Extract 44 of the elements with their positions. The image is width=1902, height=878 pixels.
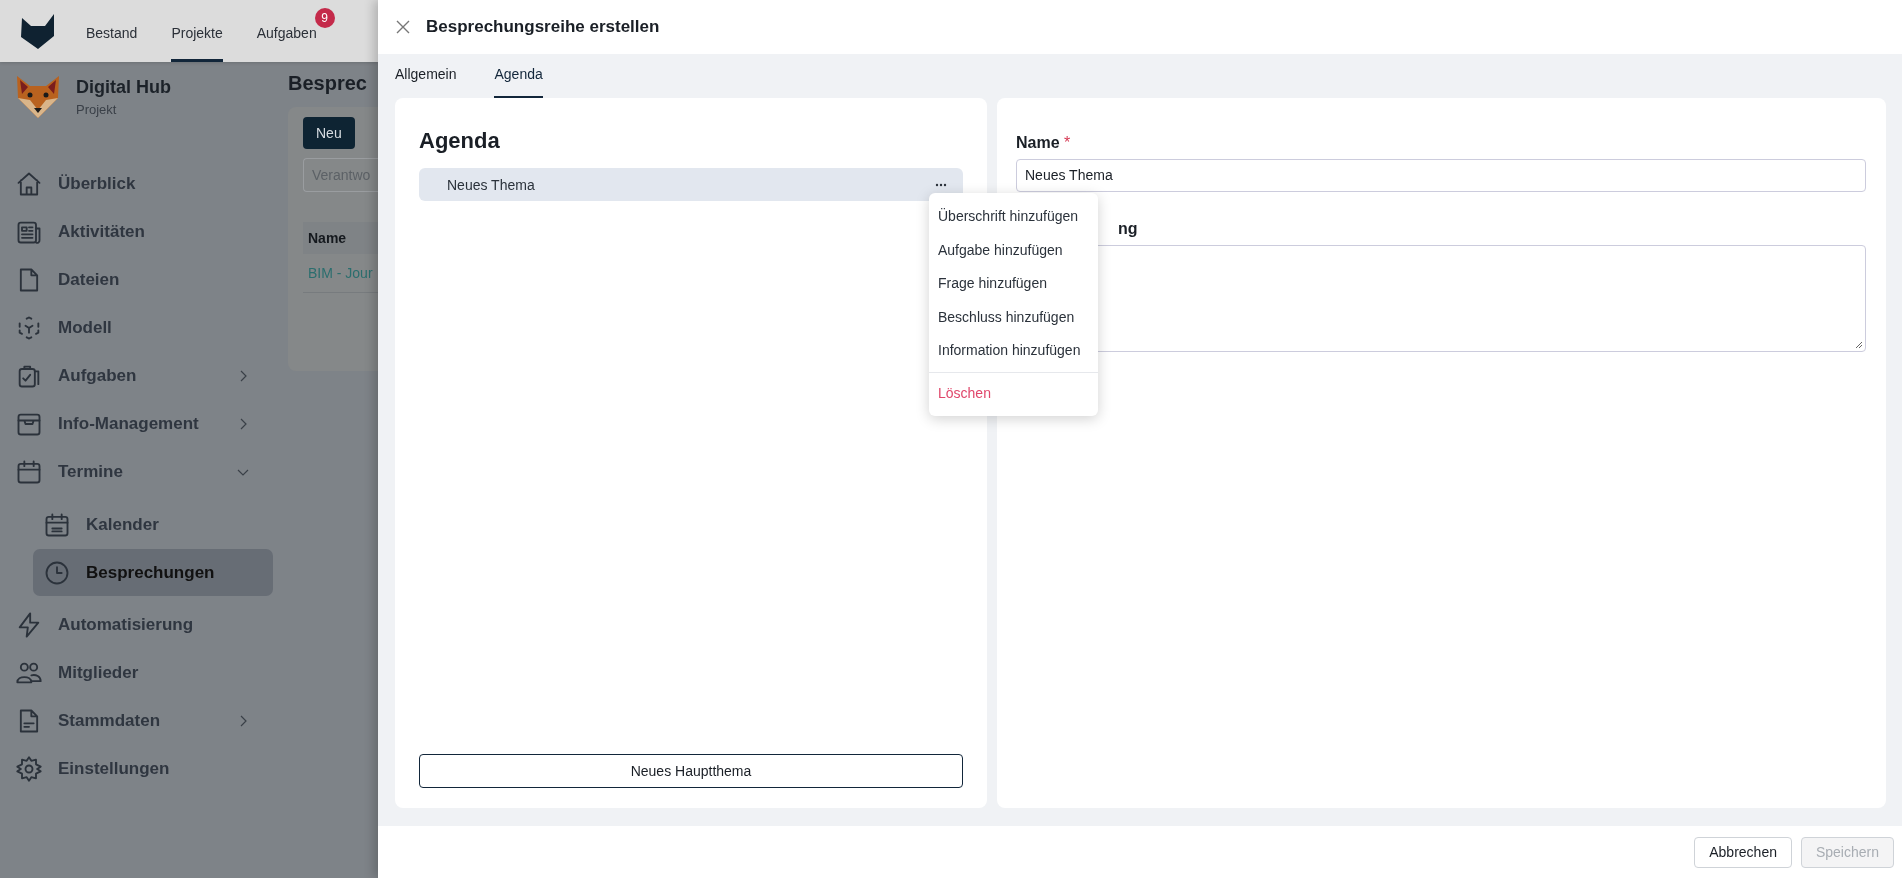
project-type: Projekt — [76, 102, 118, 117]
nav-tab[interactable]: Projekte — [171, 0, 223, 62]
add-topic-button[interactable]: Neues Hauptthema — [419, 754, 963, 788]
column-header[interactable]: Name — [303, 222, 378, 254]
sidebar-item[interactable]: Termine — [15, 448, 260, 495]
panel-title: Agenda — [419, 128, 501, 154]
menu-item[interactable]: Frage hinzufügen — [938, 267, 1089, 301]
project-name: Digital Hub — [76, 77, 171, 98]
sidebar-item[interactable]: Dateien — [15, 256, 260, 303]
sidebar-item[interactable]: Automatisierung — [15, 601, 260, 648]
field-label: Name * — [1016, 134, 1072, 152]
menu-item[interactable]: Löschen — [938, 376, 1089, 410]
field-label: ng — [1118, 220, 1138, 237]
count-badge: 9 — [314, 8, 335, 28]
sidebar-item[interactable]: Besprechungen — [33, 549, 273, 596]
sidebar-item[interactable]: Überblick — [15, 160, 260, 207]
nav-tab[interactable]: Bestand — [86, 0, 138, 62]
sidebar-item[interactable]: Stammdaten — [15, 697, 260, 744]
agenda-topic[interactable]: Neues Thema — [447, 176, 535, 193]
menu-item[interactable]: Aufgabe hinzufügen — [938, 233, 1089, 267]
menu-item[interactable]: Überschrift hinzufügen — [938, 200, 1089, 234]
sidebar-item[interactable]: Aufgaben — [15, 352, 260, 399]
logo-icon[interactable] — [20, 12, 56, 50]
close-icon[interactable] — [396, 20, 410, 34]
dialog-title: Besprechungsreihe erstellen — [426, 17, 660, 37]
required-mark: * — [1064, 134, 1071, 151]
sidebar-item[interactable]: Modell — [15, 304, 260, 351]
menu-item[interactable]: Information hinzufügen — [938, 334, 1089, 368]
settings-icon — [15, 754, 43, 783]
new-button[interactable]: Neu — [303, 117, 355, 149]
page-title: Besprec — [288, 72, 368, 95]
fox-icon — [14, 74, 62, 120]
sidebar-item[interactable]: Aktivitäten — [15, 208, 260, 255]
more-icon[interactable] — [935, 182, 947, 187]
sidebar-item[interactable]: Einstellungen — [15, 745, 260, 792]
sidebar-item[interactable]: Mitglieder — [15, 649, 260, 696]
nav-tab[interactable]: Aufgaben — [256, 0, 317, 62]
resize-handle-icon[interactable] — [1855, 341, 1863, 349]
sidebar-item[interactable]: Info-Management — [15, 400, 260, 447]
dialog-button[interactable]: Abbrechen — [1694, 836, 1792, 868]
name-field[interactable]: Neues Thema — [1016, 159, 1866, 192]
sidebar-item[interactable]: Kalender — [33, 501, 273, 548]
tab[interactable]: Allgemein — [395, 54, 457, 98]
menu-item[interactable]: Beschluss hinzufügen — [938, 300, 1089, 334]
